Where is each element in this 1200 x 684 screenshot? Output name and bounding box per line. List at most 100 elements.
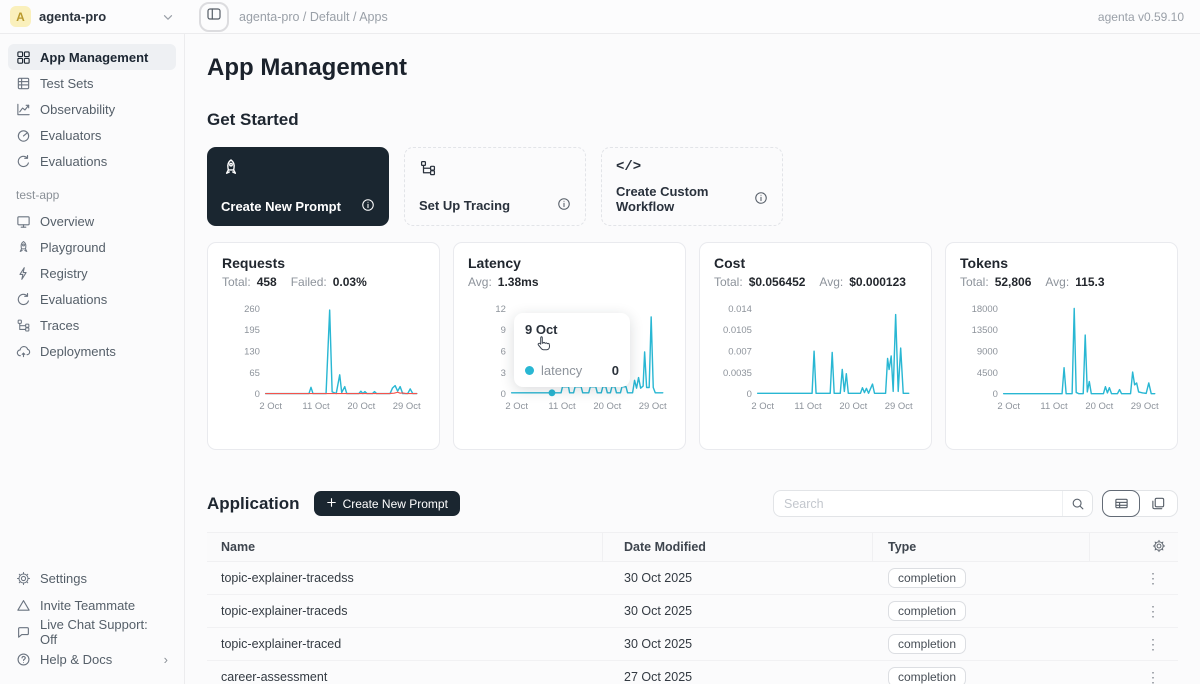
table-view-button[interactable] (1102, 490, 1140, 517)
sidebar-item-registry[interactable]: Registry (8, 260, 176, 286)
tokens-chart: 18000135009000450002 Oct11 Oct20 Oct29 O… (960, 299, 1163, 415)
table-row[interactable]: topic-explainer-traced 30 Oct 2025 compl… (207, 628, 1178, 661)
chart-tooltip: 9 Oct latency 0 (514, 313, 630, 387)
app-type: completion (873, 601, 1090, 621)
search-icon[interactable] (1062, 491, 1092, 516)
info-icon[interactable] (361, 198, 375, 215)
code-icon: </> (616, 159, 768, 175)
metric-stats: Avg:1.38ms (468, 275, 671, 289)
svg-text:13500: 13500 (972, 325, 998, 336)
workspace-selector[interactable]: A agenta-pro (0, 6, 185, 27)
chat-icon (16, 625, 31, 640)
sidebar-item-help-docs[interactable]: Help & Docs › (8, 646, 176, 672)
sidebar-item-label: Help & Docs (40, 652, 112, 667)
sidebar-item-label: Settings (40, 571, 87, 586)
app-date: 30 Oct 2025 (603, 571, 873, 585)
svg-text:0.014: 0.014 (728, 304, 752, 315)
hand-cursor-icon (534, 335, 552, 358)
metric-stats: Total:458 Failed:0.03% (222, 275, 425, 289)
table-row[interactable]: career-assessment 27 Oct 2025 completion… (207, 661, 1178, 684)
breadcrumb[interactable]: agenta-pro / Default / Apps (239, 10, 388, 24)
rocket-icon (221, 158, 375, 178)
type-badge: completion (888, 667, 966, 684)
info-icon[interactable] (754, 191, 768, 208)
sidebar-item-evaluators[interactable]: Evaluators (8, 122, 176, 148)
search-box (773, 490, 1093, 517)
info-icon[interactable] (557, 197, 571, 214)
table-row[interactable]: topic-explainer-tracedss 30 Oct 2025 com… (207, 562, 1178, 595)
sidebar-item-deployments[interactable]: Deployments (8, 338, 176, 364)
svg-text:9: 9 (501, 325, 506, 336)
app-section-label: test-app (16, 188, 174, 202)
app-type: completion (873, 667, 1090, 684)
card-label: Set Up Tracing (419, 198, 510, 213)
sidebar-item-app-management[interactable]: App Management (8, 44, 176, 70)
app-name: topic-explainer-traced (207, 637, 603, 651)
set-up-tracing-card[interactable]: Set Up Tracing (404, 147, 586, 226)
row-actions-menu[interactable]: ⋮ (1142, 669, 1164, 684)
row-actions-menu[interactable]: ⋮ (1142, 570, 1164, 587)
sidebar-item-traces[interactable]: Traces (8, 312, 176, 338)
tooltip-value: 0 (612, 363, 619, 378)
cost-chart: 0.0140.01050.0070.003502 Oct11 Oct20 Oct… (714, 299, 917, 415)
gear-icon (16, 571, 31, 586)
sidebar-item-settings[interactable]: Settings (8, 565, 176, 591)
sidebar-item-invite-teammate[interactable]: Invite Teammate (8, 592, 176, 618)
svg-text:0: 0 (501, 389, 506, 400)
column-header-name[interactable]: Name (207, 533, 603, 561)
column-header-type[interactable]: Type (873, 533, 1090, 561)
plus-icon (326, 497, 337, 511)
svg-text:3: 3 (501, 368, 506, 379)
sidebar: App Management Test Sets Observability E… (0, 34, 185, 684)
column-settings-gear[interactable] (1090, 533, 1178, 561)
top-bar: A agenta-pro agenta-pro / Default / Apps… (0, 0, 1200, 34)
column-header-date-modified[interactable]: Date Modified (603, 533, 873, 561)
svg-text:29 Oct: 29 Oct (885, 401, 913, 412)
svg-text:6: 6 (501, 346, 506, 357)
svg-text:2 Oct: 2 Oct (751, 401, 774, 412)
sidebar-item-app-evaluations[interactable]: Evaluations (8, 286, 176, 312)
sidebar-item-overview[interactable]: Overview (8, 208, 176, 234)
metric-title: Cost (714, 255, 917, 271)
sidebar-toggle-button[interactable] (199, 2, 229, 32)
svg-text:11 Oct: 11 Oct (1040, 401, 1068, 412)
monitor-icon (16, 214, 31, 229)
svg-text:12: 12 (495, 304, 506, 315)
evaluations-icon (16, 154, 31, 169)
table-row[interactable]: topic-explainer-traceds 30 Oct 2025 comp… (207, 595, 1178, 628)
grid-icon (16, 50, 31, 65)
metric-title: Tokens (960, 255, 1163, 271)
svg-text:0: 0 (993, 389, 998, 400)
svg-text:2 Oct: 2 Oct (997, 401, 1020, 412)
row-actions-menu[interactable]: ⋮ (1142, 603, 1164, 620)
sidebar-item-playground[interactable]: Playground (8, 234, 176, 260)
sidebar-item-label: Overview (40, 214, 94, 229)
sidebar-item-evaluations[interactable]: Evaluations (8, 148, 176, 174)
card-view-button[interactable] (1139, 491, 1177, 516)
invite-icon (16, 598, 31, 613)
app-type: completion (873, 634, 1090, 654)
latency-card: Latency Avg:1.38ms 1296302 Oct11 Oct20 O… (453, 242, 686, 450)
create-new-prompt-card[interactable]: Create New Prompt (207, 147, 389, 226)
gear-icon (1152, 539, 1166, 556)
card-label: Create New Prompt (221, 199, 341, 214)
svg-text:11 Oct: 11 Oct (302, 401, 330, 412)
sidebar-item-live-chat[interactable]: Live Chat Support: Off (8, 619, 176, 645)
svg-text:2 Oct: 2 Oct (259, 401, 282, 412)
page-title: App Management (207, 54, 1178, 82)
type-badge: completion (888, 568, 966, 588)
cost-card: Cost Total:$0.056452 Avg:$0.000123 0.014… (699, 242, 932, 450)
sidebar-item-test-sets[interactable]: Test Sets (8, 70, 176, 96)
row-actions-menu[interactable]: ⋮ (1142, 636, 1164, 653)
search-input[interactable] (774, 497, 1062, 511)
evaluations-icon (16, 292, 31, 307)
create-custom-workflow-card[interactable]: </> Create Custom Workflow (601, 147, 783, 226)
observability-icon (16, 102, 31, 117)
sidebar-item-observability[interactable]: Observability (8, 96, 176, 122)
sidebar-item-label: Invite Teammate (40, 598, 135, 613)
app-name: topic-explainer-tracedss (207, 571, 603, 585)
create-new-prompt-button[interactable]: Create New Prompt (314, 491, 460, 516)
app-date: 30 Oct 2025 (603, 604, 873, 618)
sidebar-item-label: Playground (40, 240, 106, 255)
get-started-cards: Create New Prompt Set Up Tracing </> Cre… (207, 147, 1178, 226)
